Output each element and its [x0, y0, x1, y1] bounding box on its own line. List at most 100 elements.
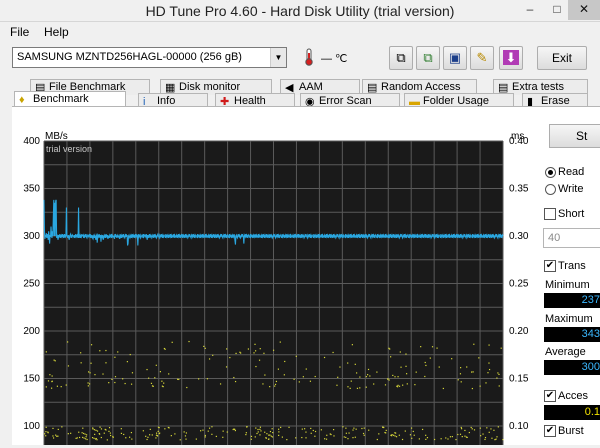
save-button[interactable]: ▣	[443, 46, 467, 70]
benchmark-chart: MB/s ms 400 0.40 350 0.35 300 0.30 250 0.25 200 0.2…	[12, 128, 537, 445]
menu-file[interactable]: File	[10, 25, 29, 39]
access-time-point	[345, 432, 347, 434]
y-tick-label-left: 100	[23, 421, 40, 432]
access-time-point	[204, 436, 206, 438]
access-time-point	[234, 428, 236, 430]
access-time-point	[155, 364, 157, 366]
access-time-point	[222, 430, 224, 432]
access-time-point	[464, 429, 466, 432]
access-time-point	[246, 426, 248, 428]
access-time-point	[111, 378, 113, 381]
access-time-point	[395, 436, 398, 438]
read-radio[interactable]	[545, 167, 556, 178]
access-time-point	[410, 427, 413, 429]
access-time-point	[156, 435, 159, 437]
access-time-point	[211, 426, 213, 428]
access-time-point	[362, 432, 365, 435]
access-time-point	[103, 432, 105, 434]
access-time-point	[258, 359, 261, 361]
access-time-point	[75, 437, 77, 439]
access-time-point	[112, 436, 114, 438]
drive-select[interactable]: SAMSUNG MZNTD256HAGL-00000 (256 gB) ▼	[12, 47, 287, 68]
access-time-point	[470, 426, 472, 429]
access-time-point	[104, 428, 106, 431]
access-time-point	[488, 344, 490, 346]
access-time-point	[235, 352, 237, 355]
options-button[interactable]: ✎	[470, 46, 494, 70]
access-time-point	[155, 432, 158, 434]
y-tick-label-left: 250	[23, 279, 40, 290]
access-time-point	[259, 428, 261, 430]
access-time-point	[245, 434, 247, 436]
access-time-point	[148, 377, 150, 379]
access-time-point	[83, 437, 85, 439]
maximize-button[interactable]: □	[543, 0, 571, 20]
access-time-point	[447, 438, 449, 440]
access-time-point	[159, 371, 161, 373]
write-radio[interactable]	[545, 184, 556, 195]
access-time-point	[415, 371, 417, 373]
access-time-point	[421, 428, 424, 431]
access-time-point	[264, 431, 266, 433]
access-time-point	[157, 430, 159, 432]
start-button[interactable]: St	[549, 124, 600, 148]
access-time-point	[88, 383, 91, 385]
access-time-point	[466, 436, 468, 439]
access-time-point	[152, 385, 154, 387]
burst-rate-checkbox[interactable]: ✔	[544, 425, 556, 437]
access-time-point	[480, 435, 482, 437]
access-time-point	[109, 432, 111, 434]
access-time-point	[120, 428, 122, 430]
options-icon: ✎	[476, 50, 488, 65]
access-time-point	[204, 347, 206, 349]
access-time-point	[459, 367, 462, 369]
access-time-point	[122, 378, 124, 380]
access-time-point	[100, 436, 102, 439]
access-time-point	[310, 432, 312, 434]
access-time-point	[286, 439, 288, 441]
access-time-point	[92, 427, 94, 429]
access-time-point	[356, 372, 358, 374]
y-tick-label-right: 0.10	[509, 421, 529, 432]
access-time-point	[45, 386, 47, 388]
copy-info-button[interactable]: ⧉	[389, 46, 413, 70]
access-time-point	[207, 430, 209, 432]
access-time-point	[355, 428, 357, 430]
access-time-point	[275, 380, 278, 383]
access-time-point	[399, 351, 401, 353]
close-button[interactable]: ✕	[568, 0, 600, 20]
access-time-value: 0.1	[544, 405, 600, 420]
copy-screenshot-button[interactable]: ⧉	[416, 46, 440, 70]
access-time-point	[500, 347, 502, 349]
menu-bar: File Help	[0, 24, 600, 40]
access-time-point	[414, 384, 416, 386]
access-time-point	[61, 426, 63, 428]
access-time-point	[174, 433, 176, 435]
access-time-point	[185, 432, 187, 434]
access-time-point	[51, 375, 53, 377]
extra-tests-icon: ▤	[498, 82, 509, 94]
access-time-point	[409, 434, 412, 436]
access-time-point	[83, 432, 85, 435]
access-time-point	[222, 436, 224, 438]
minimize-button[interactable]: –	[516, 0, 544, 20]
access-time-point	[365, 376, 367, 378]
access-time-point	[87, 371, 90, 373]
short-stroke-checkbox[interactable]	[544, 208, 556, 220]
chevron-down-icon[interactable]: ▼	[270, 48, 286, 67]
access-time-point	[385, 432, 387, 434]
minimum-label: Minimum	[545, 279, 590, 291]
short-stroke-input[interactable]: 40	[543, 228, 600, 248]
access-time-point	[391, 434, 393, 436]
menu-help[interactable]: Help	[44, 25, 69, 39]
exit-button[interactable]: Exit	[537, 46, 587, 70]
burst-rate-label: Burst	[558, 425, 584, 437]
access-time-checkbox[interactable]: ✔	[544, 390, 556, 402]
access-time-point	[114, 356, 116, 358]
access-time-point	[164, 348, 166, 350]
access-time-point	[359, 376, 361, 378]
download-button[interactable]: ⬇	[499, 46, 523, 70]
transfer-rate-checkbox[interactable]: ✔	[544, 260, 556, 272]
access-time-point	[323, 356, 326, 359]
access-time-point	[387, 378, 389, 380]
